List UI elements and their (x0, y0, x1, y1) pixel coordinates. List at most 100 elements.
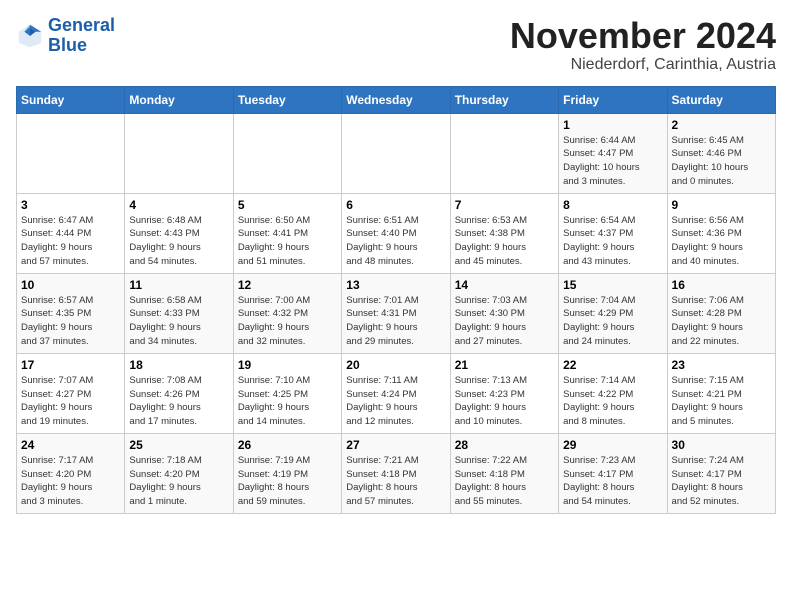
day-cell: 2 Sunrise: 6:45 AM Sunset: 4:46 PM Daylig… (667, 113, 775, 193)
day-cell: 1 Sunrise: 6:44 AM Sunset: 4:47 PM Daylig… (559, 113, 667, 193)
day-number: 13 (346, 278, 445, 292)
day-cell: 19 Sunrise: 7:10 AM Sunset: 4:25 PM Dayli… (233, 353, 341, 433)
day-number: 18 (129, 358, 228, 372)
column-header-sunday: Sunday (17, 86, 125, 113)
day-cell: 8 Sunrise: 6:54 AM Sunset: 4:37 PM Daylig… (559, 193, 667, 273)
day-info: Sunrise: 7:17 AM Sunset: 4:20 PM Dayligh… (21, 454, 120, 509)
column-header-monday: Monday (125, 86, 233, 113)
day-info: Sunrise: 6:57 AM Sunset: 4:35 PM Dayligh… (21, 294, 120, 349)
column-header-tuesday: Tuesday (233, 86, 341, 113)
day-number: 3 (21, 198, 120, 212)
day-cell: 10 Sunrise: 6:57 AM Sunset: 4:35 PM Dayli… (17, 273, 125, 353)
day-info: Sunrise: 6:53 AM Sunset: 4:38 PM Dayligh… (455, 214, 554, 269)
week-row-4: 17Sunrise: 7:07 AM Sunset: 4:27 PM Dayli… (17, 353, 776, 433)
day-number: 5 (238, 198, 337, 212)
day-info: Sunrise: 6:47 AM Sunset: 4:44 PM Dayligh… (21, 214, 120, 269)
day-number: 2 (672, 118, 771, 132)
day-cell (342, 113, 450, 193)
day-cell: 22 Sunrise: 7:14 AM Sunset: 4:22 PM Dayli… (559, 353, 667, 433)
column-header-friday: Friday (559, 86, 667, 113)
week-row-5: 24 Sunrise: 7:17 AM Sunset: 4:20 PM Dayli… (17, 433, 776, 513)
day-cell: 14 Sunrise: 7:03 AM Sunset: 4:30 PM Dayli… (450, 273, 558, 353)
day-cell: 9Sunrise: 6:56 AM Sunset: 4:36 PM Daylig… (667, 193, 775, 273)
day-info: Sunrise: 6:45 AM Sunset: 4:46 PM Dayligh… (672, 134, 771, 189)
day-cell: 29 Sunrise: 7:23 AM Sunset: 4:17 PM Dayli… (559, 433, 667, 513)
day-cell: 20 Sunrise: 7:11 AM Sunset: 4:24 PM Dayli… (342, 353, 450, 433)
day-number: 10 (21, 278, 120, 292)
day-number: 22 (563, 358, 662, 372)
column-header-saturday: Saturday (667, 86, 775, 113)
day-number: 12 (238, 278, 337, 292)
day-cell: 12 Sunrise: 7:00 AM Sunset: 4:32 PM Dayli… (233, 273, 341, 353)
day-info: Sunrise: 6:51 AM Sunset: 4:40 PM Dayligh… (346, 214, 445, 269)
day-info: Sunrise: 7:11 AM Sunset: 4:24 PM Dayligh… (346, 374, 445, 429)
day-cell (450, 113, 558, 193)
day-number: 30 (672, 438, 771, 452)
column-header-wednesday: Wednesday (342, 86, 450, 113)
day-cell: 3 Sunrise: 6:47 AM Sunset: 4:44 PM Daylig… (17, 193, 125, 273)
day-cell: 13 Sunrise: 7:01 AM Sunset: 4:31 PM Dayli… (342, 273, 450, 353)
day-info: Sunrise: 6:54 AM Sunset: 4:37 PM Dayligh… (563, 214, 662, 269)
day-number: 29 (563, 438, 662, 452)
day-number: 21 (455, 358, 554, 372)
day-number: 14 (455, 278, 554, 292)
day-info: Sunrise: 7:23 AM Sunset: 4:17 PM Dayligh… (563, 454, 662, 509)
day-number: 23 (672, 358, 771, 372)
day-info: Sunrise: 7:01 AM Sunset: 4:31 PM Dayligh… (346, 294, 445, 349)
day-cell: 30Sunrise: 7:24 AM Sunset: 4:17 PM Dayli… (667, 433, 775, 513)
logo-text: General Blue (48, 16, 115, 56)
day-info: Sunrise: 7:22 AM Sunset: 4:18 PM Dayligh… (455, 454, 554, 509)
day-number: 7 (455, 198, 554, 212)
day-info: Sunrise: 7:15 AM Sunset: 4:21 PM Dayligh… (672, 374, 771, 429)
day-number: 20 (346, 358, 445, 372)
day-info: Sunrise: 7:00 AM Sunset: 4:32 PM Dayligh… (238, 294, 337, 349)
day-number: 6 (346, 198, 445, 212)
day-cell: 5 Sunrise: 6:50 AM Sunset: 4:41 PM Daylig… (233, 193, 341, 273)
logo: General Blue (16, 16, 115, 56)
week-row-2: 3 Sunrise: 6:47 AM Sunset: 4:44 PM Daylig… (17, 193, 776, 273)
day-info: Sunrise: 7:08 AM Sunset: 4:26 PM Dayligh… (129, 374, 228, 429)
day-info: Sunrise: 6:48 AM Sunset: 4:43 PM Dayligh… (129, 214, 228, 269)
day-info: Sunrise: 7:07 AM Sunset: 4:27 PM Dayligh… (21, 374, 120, 429)
day-info: Sunrise: 7:19 AM Sunset: 4:19 PM Dayligh… (238, 454, 337, 509)
day-number: 26 (238, 438, 337, 452)
day-cell: 23 Sunrise: 7:15 AM Sunset: 4:21 PM Dayli… (667, 353, 775, 433)
title-area: November 2024 Niederdorf, Carinthia, Aus… (510, 16, 776, 74)
day-cell: 16Sunrise: 7:06 AM Sunset: 4:28 PM Dayli… (667, 273, 775, 353)
day-cell: 4Sunrise: 6:48 AM Sunset: 4:43 PM Daylig… (125, 193, 233, 273)
month-title: November 2024 (510, 16, 776, 56)
day-info: Sunrise: 7:06 AM Sunset: 4:28 PM Dayligh… (672, 294, 771, 349)
day-info: Sunrise: 7:14 AM Sunset: 4:22 PM Dayligh… (563, 374, 662, 429)
day-info: Sunrise: 7:10 AM Sunset: 4:25 PM Dayligh… (238, 374, 337, 429)
week-row-1: 1 Sunrise: 6:44 AM Sunset: 4:47 PM Daylig… (17, 113, 776, 193)
day-cell: 11Sunrise: 6:58 AM Sunset: 4:33 PM Dayli… (125, 273, 233, 353)
day-info: Sunrise: 7:03 AM Sunset: 4:30 PM Dayligh… (455, 294, 554, 349)
day-cell: 15Sunrise: 7:04 AM Sunset: 4:29 PM Dayli… (559, 273, 667, 353)
day-cell: 7 Sunrise: 6:53 AM Sunset: 4:38 PM Daylig… (450, 193, 558, 273)
day-info: Sunrise: 6:44 AM Sunset: 4:47 PM Dayligh… (563, 134, 662, 189)
day-info: Sunrise: 7:18 AM Sunset: 4:20 PM Dayligh… (129, 454, 228, 509)
day-cell: 28 Sunrise: 7:22 AM Sunset: 4:18 PM Dayli… (450, 433, 558, 513)
logo-icon (16, 22, 44, 50)
day-cell: 21 Sunrise: 7:13 AM Sunset: 4:23 PM Dayli… (450, 353, 558, 433)
day-number: 19 (238, 358, 337, 372)
day-number: 28 (455, 438, 554, 452)
calendar-table: SundayMondayTuesdayWednesdayThursdayFrid… (16, 86, 776, 514)
subtitle: Niederdorf, Carinthia, Austria (510, 56, 776, 74)
day-cell (17, 113, 125, 193)
column-header-thursday: Thursday (450, 86, 558, 113)
day-number: 8 (563, 198, 662, 212)
day-number: 1 (563, 118, 662, 132)
day-cell: 18 Sunrise: 7:08 AM Sunset: 4:26 PM Dayli… (125, 353, 233, 433)
day-info: Sunrise: 6:50 AM Sunset: 4:41 PM Dayligh… (238, 214, 337, 269)
day-number: 25 (129, 438, 228, 452)
day-number: 11 (129, 278, 228, 292)
day-info: Sunrise: 7:21 AM Sunset: 4:18 PM Dayligh… (346, 454, 445, 509)
day-cell: 17Sunrise: 7:07 AM Sunset: 4:27 PM Dayli… (17, 353, 125, 433)
day-info: Sunrise: 7:13 AM Sunset: 4:23 PM Dayligh… (455, 374, 554, 429)
day-number: 27 (346, 438, 445, 452)
header: General Blue November 2024 Niederdorf, C… (16, 16, 776, 74)
day-cell (125, 113, 233, 193)
day-number: 24 (21, 438, 120, 452)
day-cell: 26 Sunrise: 7:19 AM Sunset: 4:19 PM Dayli… (233, 433, 341, 513)
